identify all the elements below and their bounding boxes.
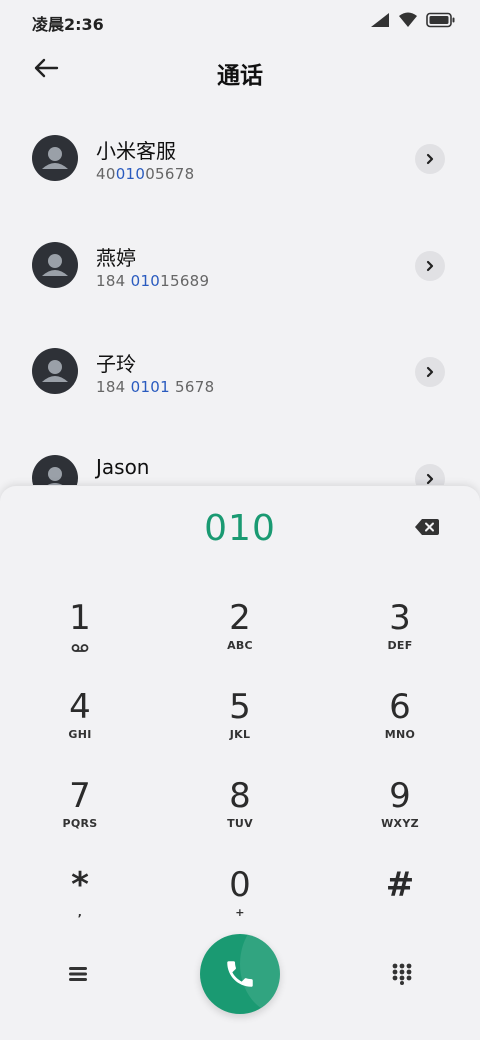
voicemail-icon (71, 638, 89, 657)
key-digit: 5 (229, 687, 251, 727)
avatar (32, 241, 78, 288)
key-0[interactable]: 0 + (185, 865, 295, 945)
key-letters: MNO (384, 728, 416, 741)
key-digit: 6 (389, 687, 411, 727)
key-7[interactable]: 7 PQRS (25, 776, 135, 856)
contact-number: 4001005678 (96, 165, 195, 183)
key-digit: 7 (69, 776, 91, 816)
key-letters: GHI (68, 728, 92, 741)
key-5[interactable]: 5 JKL (185, 687, 295, 767)
contact-list: 小米客服 4001005678 燕婷 184 01015689 子玲 184 0… (0, 105, 480, 485)
key-3[interactable]: 3 DEF (345, 598, 455, 678)
chevron-right-icon (426, 473, 434, 484)
menu-button[interactable] (60, 956, 96, 992)
person-icon (46, 466, 64, 485)
wifi-icon (398, 12, 418, 32)
dialpad-icon (392, 963, 412, 985)
key-letters: + (235, 906, 245, 919)
dialer-panel: 010 1 2 ABC 3 DEF 4 GHI 5 JKL 6 MNO 7 PQ… (0, 486, 480, 1040)
key-1[interactable]: 1 (25, 598, 135, 678)
key-digit: 1 (69, 598, 91, 638)
status-time: 凌晨2:36 (32, 15, 104, 34)
key-letters: DEF (387, 639, 413, 652)
phone-icon (227, 961, 253, 987)
key-digit: 0 (229, 865, 251, 905)
key-digit: 2 (229, 598, 251, 638)
contact-number: 184 01015689 (96, 271, 210, 290)
contact-detail-button[interactable] (415, 463, 445, 485)
person-icon (42, 147, 68, 169)
menu-icon (69, 967, 87, 981)
dialer-bottom-bar (0, 934, 480, 1024)
call-button[interactable] (200, 934, 280, 1014)
key-letters: TUV (227, 817, 253, 830)
key-letters: PQRS (62, 817, 98, 830)
key-digit: 9 (389, 776, 411, 816)
person-icon (42, 253, 68, 276)
contact-name: 子玲 (96, 352, 136, 376)
avatar (32, 348, 78, 394)
contact-detail-button[interactable] (415, 250, 445, 281)
avatar (32, 454, 78, 485)
contact-row[interactable]: 子玲 184 0101 5678 (0, 318, 480, 425)
key-letters: ABC (227, 639, 253, 652)
key-8[interactable]: 8 TUV (185, 776, 295, 856)
contact-name: 小米客服 (96, 139, 176, 163)
key-9[interactable]: 9 WXYZ (345, 776, 455, 856)
key-letters: WXYZ (381, 817, 419, 830)
battery-icon (426, 12, 456, 32)
chevron-right-icon (426, 260, 434, 271)
key-2[interactable]: 2 ABC (185, 598, 295, 678)
chevron-right-icon (426, 153, 434, 165)
contact-detail-button[interactable] (415, 357, 445, 387)
contact-detail-button[interactable] (415, 144, 445, 174)
key-digit: 4 (69, 687, 91, 727)
contact-name: Jason (96, 454, 150, 479)
status-bar: 凌晨2:36 (0, 0, 480, 42)
key-hash[interactable]: # (345, 865, 455, 945)
chevron-right-icon (426, 366, 434, 378)
key-letters: , (77, 906, 83, 919)
key-star[interactable]: * , (25, 865, 135, 945)
key-digit: * (71, 865, 89, 905)
contact-row[interactable]: Jason (0, 425, 480, 485)
key-6[interactable]: 6 MNO (345, 687, 455, 767)
contact-row[interactable]: 燕婷 184 01015689 (0, 212, 480, 319)
dial-input[interactable]: 010 (0, 508, 480, 549)
header: 通话 (0, 48, 480, 92)
key-4[interactable]: 4 GHI (25, 687, 135, 767)
status-icons (370, 12, 456, 32)
key-digit: 3 (389, 598, 411, 638)
key-digit: # (385, 865, 415, 905)
contact-row[interactable]: 小米客服 4001005678 (0, 105, 480, 212)
page-title: 通话 (217, 63, 263, 89)
contact-number: 184 0101 5678 (96, 378, 215, 396)
backspace-icon (415, 519, 439, 535)
dialpad-toggle-button[interactable] (384, 956, 420, 992)
avatar (32, 135, 78, 181)
person-icon (42, 360, 68, 382)
signal-icon (370, 12, 390, 32)
key-digit: 8 (229, 776, 251, 816)
key-letters: JKL (229, 728, 251, 741)
contact-name: 燕婷 (96, 245, 136, 270)
backspace-button[interactable] (410, 514, 444, 540)
